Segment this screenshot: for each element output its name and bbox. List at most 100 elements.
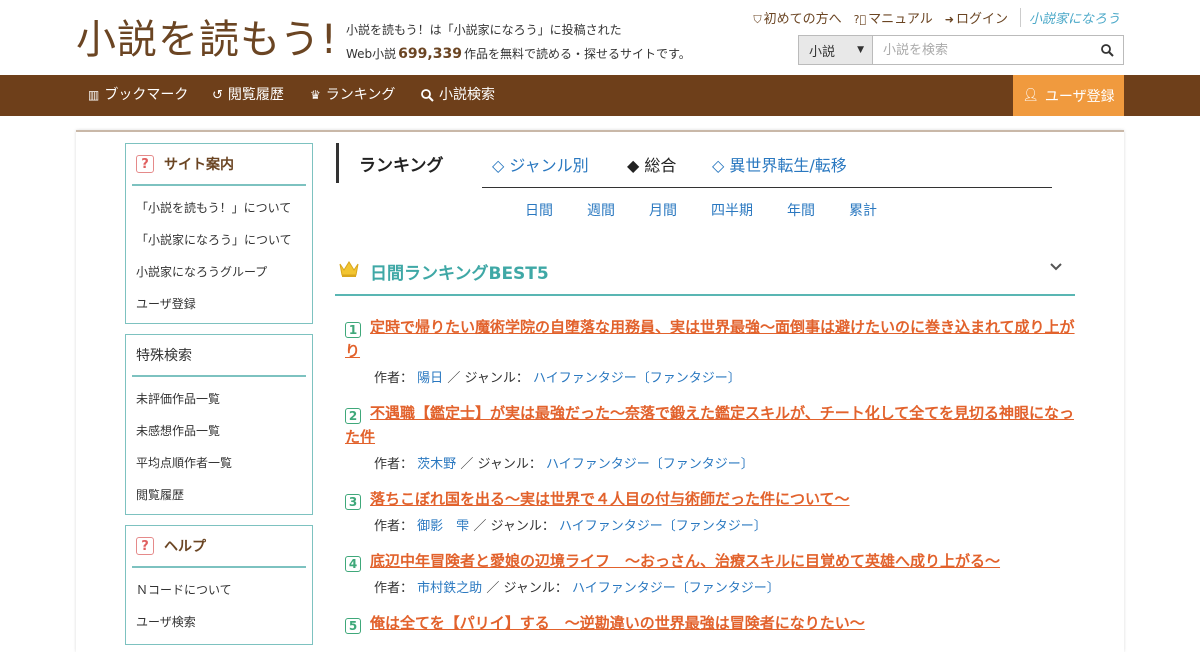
period-quarterly[interactable]: 四半期 — [711, 200, 753, 220]
register-label: ユーザ登録 — [1044, 88, 1115, 105]
register-button[interactable]: 👤︎ ユーザ登録 — [1013, 75, 1124, 116]
sidebar-item-no-impression[interactable]: 未感想作品一覧 — [126, 415, 312, 447]
entry-title-link[interactable]: 1 定時で帰りたい魔術学院の自堕落な用務員、実は世界最強～面倒事は避けたいのに巻き… — [345, 315, 1075, 363]
dropdown-arrow-icon: ▼ — [857, 45, 864, 55]
entry-title-link[interactable]: 5 俺は全てを【パリイ】する 〜逆勘違いの世界最強は冒険者になりたい〜 — [345, 611, 1075, 635]
genre-link[interactable]: ハイファンタジー〔ファンタジー〕 — [533, 371, 741, 386]
genre-link[interactable]: ハイファンタジー〔ファンタジー〕 — [546, 457, 754, 472]
special-search-box: 特殊検索 未評価作品一覧 未感想作品一覧 平均点順作者一覧 閲覧履歴 — [125, 334, 313, 515]
site-guide-title-text: サイト案内 — [164, 157, 234, 173]
author-label: 作者： — [374, 371, 414, 386]
genre-label: ジャンル： — [503, 581, 568, 596]
tagline-line1: 小説を読もう！は「小説家になろう」に投稿された — [346, 23, 622, 37]
period-total[interactable]: 累計 — [849, 200, 877, 220]
author-link[interactable]: 陽日 — [417, 371, 443, 386]
entry-title-link[interactable]: 2 不遇職【鑑定士】が実は最強だった〜奈落で鍛えた鑑定スキルが、チート化して全てを… — [345, 401, 1075, 449]
entry-meta: 作者： 陽日 ／ ジャンル： ハイファンタジー〔ファンタジー〕 — [374, 367, 1075, 386]
nav-history-label: 閲覧履歴 — [227, 87, 284, 103]
tagline-prefix: Web小説 — [346, 47, 397, 61]
rank-badge: 1 — [345, 322, 361, 338]
author-link[interactable]: 市村鉄之助 — [417, 581, 482, 596]
rank-badge: 5 — [345, 618, 361, 634]
sidebar-item-average-authors[interactable]: 平均点順作者一覧 — [126, 447, 312, 479]
author-link[interactable]: 茨木野 — [417, 457, 456, 472]
top-links: ⛉ 初めての方へ ?⃝ マニュアル ➜ ログイン 小説家になろう — [753, 8, 1120, 27]
nav-search-label: 小説検索 — [439, 87, 495, 103]
question-icon: ? — [136, 537, 154, 555]
help-title: ? ヘルプ — [132, 526, 306, 568]
sidebar-item-about-narou[interactable]: 「小説家になろう」について — [126, 224, 312, 256]
sidebar-item-narou-group[interactable]: 小説家になろうグループ — [126, 256, 312, 288]
separator: ／ — [486, 581, 500, 596]
sidebar-item-user-register[interactable]: ユーザ登録 — [126, 288, 312, 320]
crown-icon: ♛ — [310, 88, 321, 102]
search-button[interactable] — [1091, 36, 1123, 64]
tab-isekai[interactable]: ◇ 異世界転生/転移 — [712, 152, 847, 176]
ranking-entry-5: 5 俺は全てを【パリイ】する 〜逆勘違いの世界最強は冒険者になりたい〜 — [345, 611, 1075, 635]
site-guide-box: ? サイト案内 「小説を読もう！」について 「小説家になろう」について 小説家にな… — [125, 143, 313, 324]
login-label: ログイン — [955, 12, 1008, 27]
separator: ／ — [447, 371, 461, 386]
help-list: Ｎコードについて ユーザ検索 — [126, 568, 312, 642]
sidebar-item-about-yomou[interactable]: 「小説を読もう！」について — [126, 192, 312, 224]
ranking-header: ランキング — [336, 143, 444, 183]
period-yearly[interactable]: 年間 — [787, 200, 815, 220]
genre-link[interactable]: ハイファンタジー〔ファンタジー〕 — [572, 581, 780, 596]
entry-title: 落ちこぼれ国を出る〜実は世界で４人目の付与術師だった件について〜 — [370, 490, 850, 508]
author-label: 作者： — [374, 519, 414, 534]
special-search-list: 未評価作品一覧 未感想作品一覧 平均点順作者一覧 閲覧履歴 — [126, 377, 312, 515]
nav-ranking[interactable]: ♛ ランキング — [310, 75, 395, 116]
period-daily[interactable]: 日間 — [525, 200, 553, 220]
chevron-down-icon — [1050, 263, 1062, 271]
tab-genre[interactable]: ◇ ジャンル別 — [492, 152, 589, 176]
genre-label: ジャンル： — [477, 457, 542, 472]
bookmark-icon: ▥ — [88, 88, 100, 102]
entry-title-link[interactable]: 4 底辺中年冒険者と愛娘の辺境ライフ 〜おっさん、治療スキルに目覚めて英雄へ成り上… — [345, 549, 1075, 573]
entry-title: 不遇職【鑑定士】が実は最強だった〜奈落で鍛えた鑑定スキルが、チート化して全てを見… — [345, 404, 1074, 446]
tagline-line2: Web小説 699,339 作品を無料で読める・探せるサイトです。 — [346, 42, 691, 66]
question-icon: ? — [136, 155, 154, 173]
special-search-title: 特殊検索 — [132, 335, 306, 377]
nav-bookmark[interactable]: ▥ ブックマーク — [88, 75, 188, 116]
narou-logo-link[interactable]: 小説家になろう — [1019, 8, 1120, 27]
sidebar-item-ncode[interactable]: Ｎコードについて — [126, 574, 312, 606]
sidebar-item-history[interactable]: 閲覧履歴 — [126, 479, 312, 511]
special-search-title-text: 特殊検索 — [136, 348, 192, 364]
first-time-link[interactable]: ⛉ 初めての方へ — [753, 8, 841, 27]
search-input[interactable] — [873, 36, 1091, 64]
period-weekly[interactable]: 週間 — [587, 200, 615, 220]
sidebar-item-user-search[interactable]: ユーザ検索 — [126, 606, 312, 638]
separator: ／ — [473, 519, 487, 534]
entry-title: 定時で帰りたい魔術学院の自堕落な用務員、実は世界最強～面倒事は避けたいのに巻き込… — [345, 318, 1075, 360]
ranking-entry-1: 1 定時で帰りたい魔術学院の自堕落な用務員、実は世界最強～面倒事は避けたいのに巻き… — [345, 315, 1075, 386]
manual-link[interactable]: ?⃝ マニュアル — [854, 8, 933, 27]
search-icon — [1100, 43, 1114, 57]
tab-genre-label: ◇ ジャンル別 — [492, 156, 589, 175]
entry-meta: 作者： 茨木野 ／ ジャンル： ハイファンタジー〔ファンタジー〕 — [374, 453, 1075, 472]
nav-search[interactable]: 小説検索 — [421, 75, 495, 116]
genre-label: ジャンル： — [490, 519, 555, 534]
search-category-select[interactable]: 小説 ▼ — [799, 36, 873, 64]
daily-best5-header[interactable]: 日間ランキングBEST5 — [335, 250, 1075, 296]
ranking-entry-4: 4 底辺中年冒険者と愛娘の辺境ライフ 〜おっさん、治療スキルに目覚めて英雄へ成り上… — [345, 549, 1075, 596]
entry-meta: 作者： 市村鉄之助 ／ ジャンル： ハイファンタジー〔ファンタジー〕 — [374, 577, 1075, 596]
site-logo[interactable]: 小説を読もう! — [76, 14, 338, 66]
genre-link[interactable]: ハイファンタジー〔ファンタジー〕 — [559, 519, 767, 534]
rank-badge: 3 — [345, 494, 361, 510]
nav-ranking-label: ランキング — [325, 87, 396, 103]
nav-history[interactable]: ↺ 閲覧履歴 — [212, 75, 284, 116]
author-label: 作者： — [374, 581, 414, 596]
entry-title-link[interactable]: 3 落ちこぼれ国を出る〜実は世界で４人目の付与術師だった件について〜 — [345, 487, 1075, 511]
help-box: ? ヘルプ Ｎコードについて ユーザ検索 — [125, 525, 313, 645]
tab-overall[interactable]: ◆ 総合 — [627, 152, 676, 176]
period-monthly[interactable]: 月間 — [649, 200, 677, 220]
tab-isekai-label: ◇ 異世界転生/転移 — [712, 156, 847, 175]
login-link[interactable]: ➜ ログイン — [945, 8, 1008, 27]
search-icon — [421, 89, 434, 102]
help-title-text: ヘルプ — [164, 539, 206, 555]
first-time-label: 初めての方へ — [763, 12, 842, 27]
history-icon: ↺ — [212, 88, 223, 103]
author-link[interactable]: 御影 雫 — [417, 519, 469, 534]
sidebar-item-unrated[interactable]: 未評価作品一覧 — [126, 383, 312, 415]
rank-badge: 2 — [345, 408, 361, 424]
